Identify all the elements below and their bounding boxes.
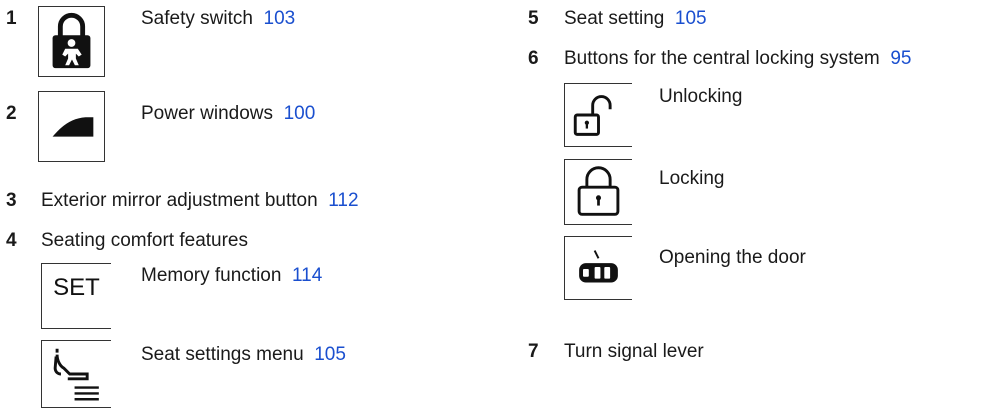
set-icon: SET xyxy=(41,263,111,329)
item-number-5: 5 xyxy=(528,8,539,29)
seat-settings-menu-label-group: Seat settings menu 105 xyxy=(141,344,346,366)
item-2-page-link[interactable]: 100 xyxy=(273,103,316,124)
seat-settings-menu-page-link[interactable]: 105 xyxy=(304,344,346,365)
memory-function-page-link[interactable]: 114 xyxy=(281,265,322,286)
memory-function-label-group: Memory function 114 xyxy=(141,265,322,287)
item-1-label: Safety switch xyxy=(141,8,253,29)
item-7-label: Turn signal lever xyxy=(564,341,704,362)
item-number-3: 3 xyxy=(6,190,17,211)
seat-settings-menu-label: Seat settings menu xyxy=(141,344,304,365)
set-icon-text: SET xyxy=(53,274,100,301)
door-open-icon xyxy=(564,236,632,300)
item-4-label: Seating comfort features xyxy=(41,230,248,251)
child-lock-icon xyxy=(38,6,105,77)
locking-label: Locking xyxy=(659,168,725,189)
opening-door-label: Opening the door xyxy=(659,247,806,268)
item-3-page-link[interactable]: 112 xyxy=(318,190,358,211)
item-5-page-link[interactable]: 105 xyxy=(664,8,707,29)
unlocking-label: Unlocking xyxy=(659,86,743,107)
item-number-2: 2 xyxy=(6,103,17,124)
item-3-label: Exterior mirror adjustment button xyxy=(41,190,318,211)
item-2-label-group: Power windows 100 xyxy=(141,103,315,125)
item-number-7: 7 xyxy=(528,341,539,362)
item-5-label-group: Seat setting 105 xyxy=(564,8,707,30)
item-5-label: Seat setting xyxy=(564,8,665,29)
item-6-label: Buttons for the central locking system xyxy=(564,48,880,69)
item-2-label: Power windows xyxy=(141,103,273,124)
lock-icon xyxy=(564,159,632,225)
item-3-label-group: Exterior mirror adjustment button 112 xyxy=(41,190,359,212)
memory-function-label: Memory function xyxy=(141,265,282,286)
item-6-page-link[interactable]: 95 xyxy=(880,48,911,69)
unlock-icon xyxy=(564,83,632,147)
seat-settings-icon xyxy=(41,340,111,408)
item-1-page-link[interactable]: 103 xyxy=(253,8,296,29)
item-6-label-group: Buttons for the central locking system 95 xyxy=(564,48,911,70)
item-number-1: 1 xyxy=(6,8,17,29)
power-window-icon xyxy=(38,91,105,162)
item-1-label-group: Safety switch 103 xyxy=(141,8,295,30)
item-number-6: 6 xyxy=(528,48,539,69)
item-number-4: 4 xyxy=(6,230,17,251)
